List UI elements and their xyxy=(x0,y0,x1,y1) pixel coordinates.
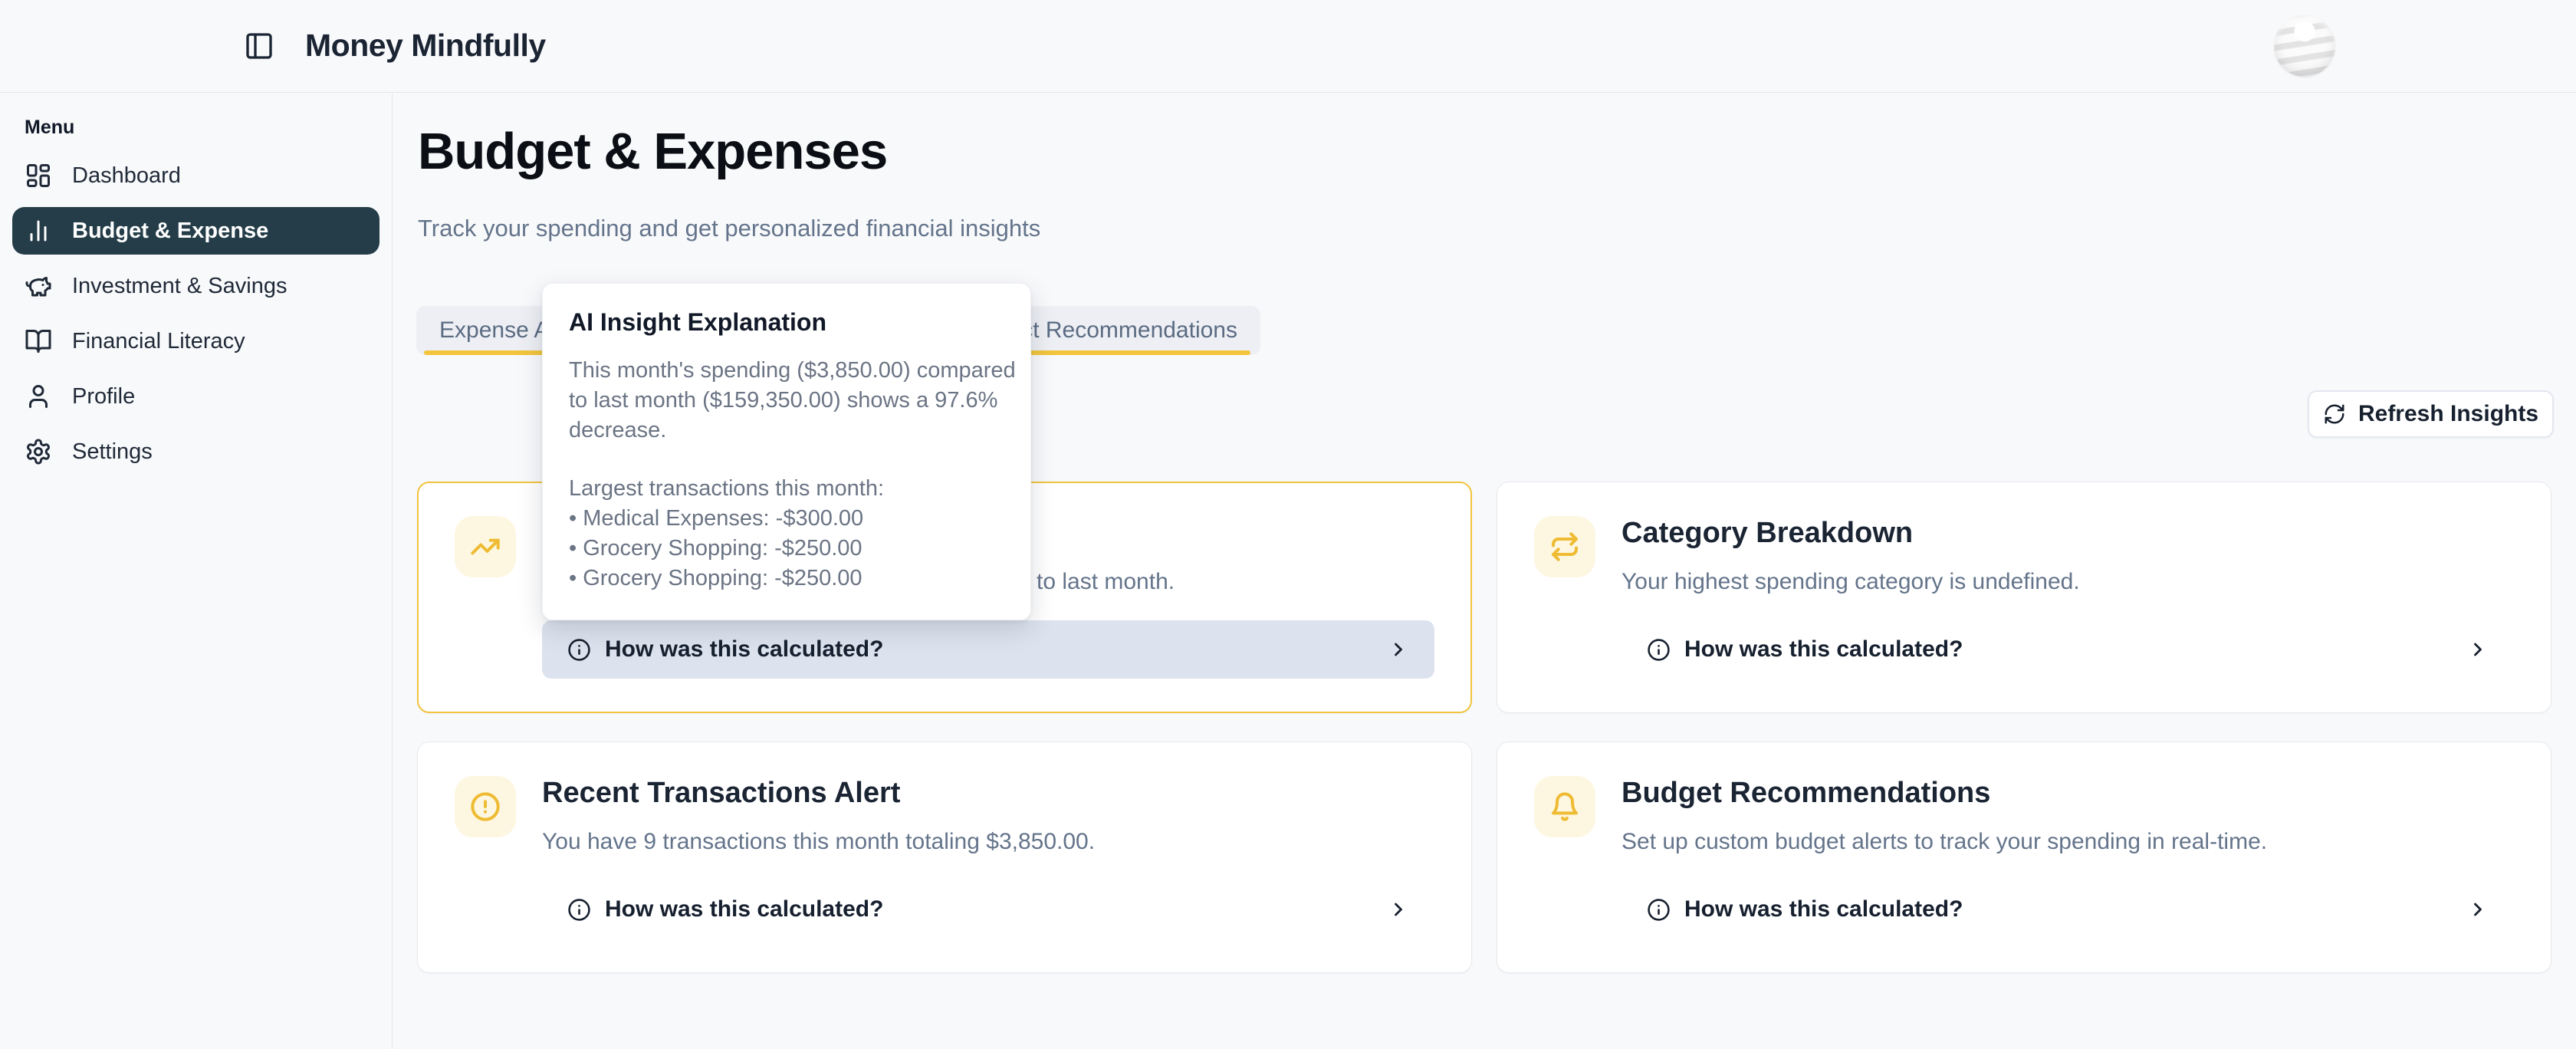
how-calculated-button[interactable]: How was this calculated? xyxy=(1622,880,2514,939)
insight-card-budget-recommendations: Budget Recommendations Set up custom bud… xyxy=(1497,742,2551,973)
page-title: Budget & Expenses xyxy=(418,121,887,183)
sidebar-item-label: Budget & Expense xyxy=(72,219,268,244)
trending-up-icon xyxy=(455,516,516,577)
card-title: Category Breakdown xyxy=(1622,516,2514,550)
insight-card-recent-transactions: Recent Transactions Alert You have 9 tra… xyxy=(417,742,1472,973)
info-icon xyxy=(1647,638,1671,662)
tooltip-title: AI Insight Explanation xyxy=(569,308,1004,337)
alert-circle-icon xyxy=(455,776,516,837)
app-title: Money Mindfully xyxy=(305,28,546,64)
how-calculated-button[interactable]: How was this calculated? xyxy=(542,620,1434,679)
sidebar-item-profile[interactable]: Profile xyxy=(12,373,380,420)
sidebar-item-investment-savings[interactable]: Investment & Savings xyxy=(12,262,380,310)
sidebar-item-label: Financial Literacy xyxy=(72,329,245,354)
card-description: You have 9 transactions this month total… xyxy=(542,828,1434,856)
page-subtitle: Track your spending and get personalized… xyxy=(418,215,1040,242)
chevron-right-icon xyxy=(1388,639,1409,660)
sidebar-item-financial-literacy[interactable]: Financial Literacy xyxy=(12,317,380,365)
how-calculated-label: How was this calculated? xyxy=(1684,896,1963,922)
card-title: Budget Recommendations xyxy=(1622,776,2514,810)
chevron-right-icon xyxy=(2467,899,2489,920)
chevron-right-icon xyxy=(2467,639,2489,660)
piggy-bank-icon xyxy=(25,272,52,300)
sidebar-item-label: Dashboard xyxy=(72,163,181,189)
bar-chart-icon xyxy=(25,217,52,245)
sidebar-item-label: Profile xyxy=(72,384,135,409)
sidebar-item-settings[interactable]: Settings xyxy=(12,428,380,475)
info-icon xyxy=(567,638,591,662)
app-header: Money Mindfully xyxy=(0,0,2576,93)
how-calculated-label: How was this calculated? xyxy=(1684,636,1963,663)
refresh-icon xyxy=(2323,403,2346,426)
sidebar-item-dashboard[interactable]: Dashboard xyxy=(12,152,380,199)
how-calculated-label: How was this calculated? xyxy=(605,896,883,922)
user-icon xyxy=(25,383,52,410)
repeat-icon xyxy=(1534,516,1595,577)
tooltip-paragraph-2: Largest transactions this month: • Medic… xyxy=(569,474,1004,594)
sidebar-menu-label: Menu xyxy=(25,117,74,139)
info-icon xyxy=(1647,898,1671,922)
card-title: Recent Transactions Alert xyxy=(542,776,1434,810)
panel-left-icon xyxy=(244,31,274,61)
refresh-insights-button[interactable]: Refresh Insights xyxy=(2308,390,2554,438)
how-calculated-label: How was this calculated? xyxy=(605,636,883,663)
refresh-insights-label: Refresh Insights xyxy=(2358,401,2538,427)
ai-insight-tooltip: AI Insight Explanation This month's spen… xyxy=(542,283,1031,620)
book-open-icon xyxy=(25,327,52,355)
gear-icon xyxy=(25,438,52,465)
sidebar-item-label: Investment & Savings xyxy=(72,274,287,299)
sidebar-item-budget-expense[interactable]: Budget & Expense xyxy=(12,207,380,255)
card-description: Set up custom budget alerts to track you… xyxy=(1622,828,2514,856)
sidebar-item-label: Settings xyxy=(72,439,153,465)
card-description: Your highest spending category is undefi… xyxy=(1622,568,2514,596)
tooltip-paragraph-1: This month's spending ($3,850.00) compar… xyxy=(569,356,1004,446)
sidebar: Menu Dashboard Budget & Expense Investme… xyxy=(0,94,393,1049)
avatar[interactable] xyxy=(2274,15,2335,77)
how-calculated-button[interactable]: How was this calculated? xyxy=(542,880,1434,939)
insight-card-category-breakdown: Category Breakdown Your highest spending… xyxy=(1497,482,2551,713)
info-icon xyxy=(567,898,591,922)
how-calculated-button[interactable]: How was this calculated? xyxy=(1622,620,2514,679)
sidebar-nav: Dashboard Budget & Expense Investment & … xyxy=(12,152,380,483)
dashboard-icon xyxy=(25,162,52,189)
sidebar-toggle-button[interactable] xyxy=(244,31,274,61)
chevron-right-icon xyxy=(1388,899,1409,920)
bell-icon xyxy=(1534,776,1595,837)
